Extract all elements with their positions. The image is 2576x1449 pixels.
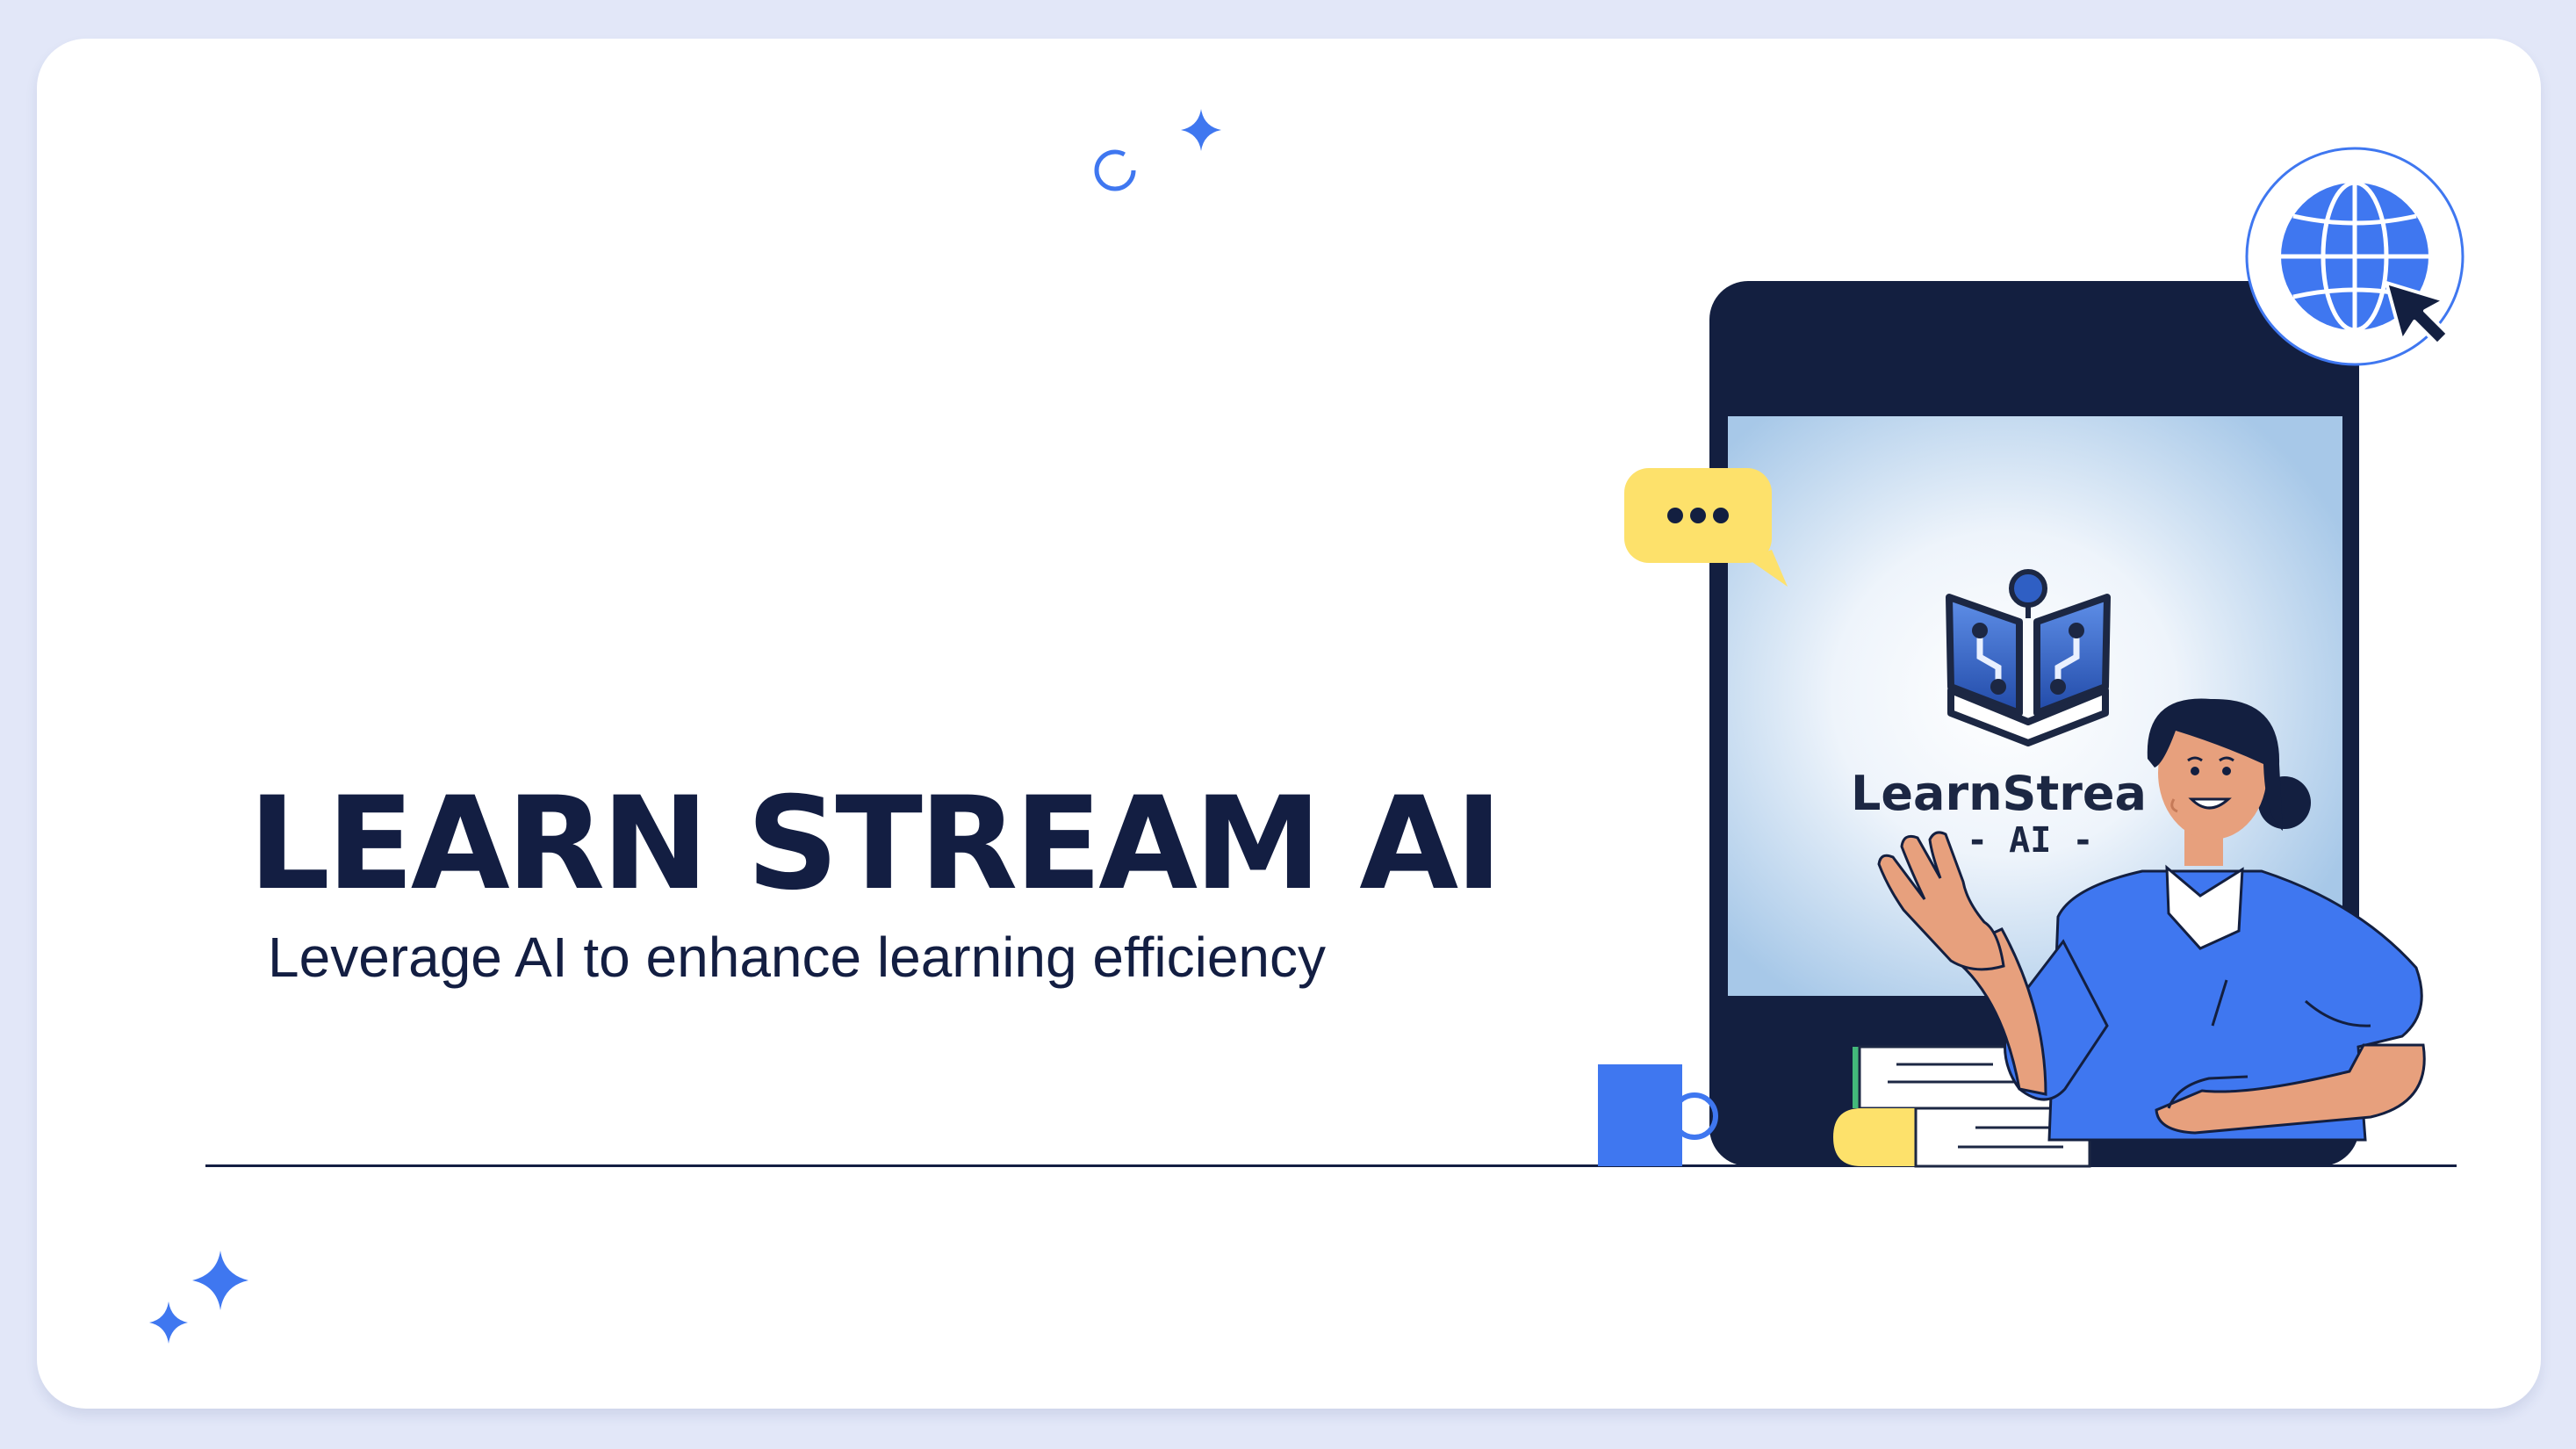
sparkle-icon — [192, 1251, 248, 1310]
loader-ring-icon — [1094, 149, 1136, 191]
sparkle-icon — [149, 1301, 188, 1344]
chat-bubble-icon — [1624, 468, 1788, 587]
mug-icon — [1598, 1064, 1718, 1166]
sparkle-icon — [1181, 109, 1221, 151]
screen-logo-name: LearnStrea — [1851, 766, 2147, 821]
screen-logo-sub: - AI - — [1967, 820, 2094, 861]
illustration: LearnStrea - AI - — [149, 109, 2464, 1344]
